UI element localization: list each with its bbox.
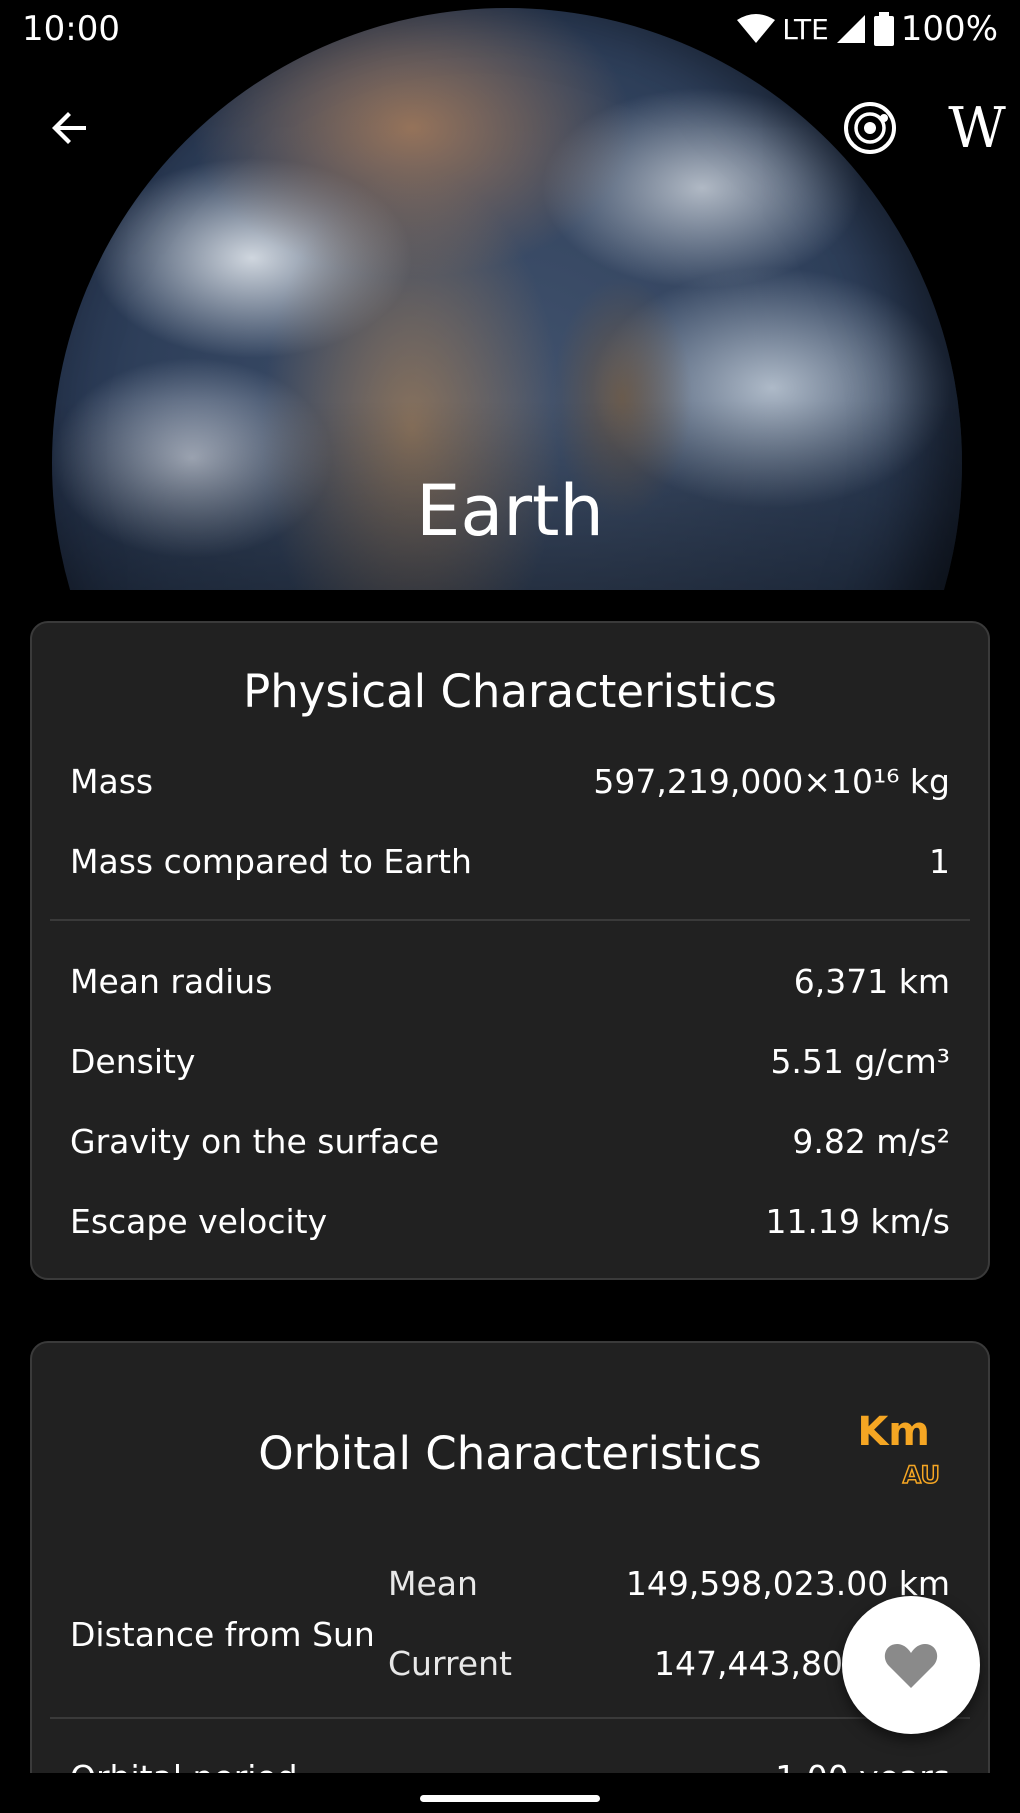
row-label: Mean radius: [70, 961, 273, 1001]
unit-toggle[interactable]: Km AU: [840, 1409, 941, 1490]
back-button[interactable]: [30, 88, 110, 168]
wifi-icon: [737, 14, 776, 43]
physical-characteristics-card: Physical Characteristics Mass 597,219,00…: [30, 621, 990, 1280]
row-label: Mass: [70, 761, 154, 801]
mass-row: Mass 597,219,000×10¹⁶ kg: [70, 755, 950, 807]
arrow-back-icon: [52, 112, 86, 144]
status-bar: 10:00 LTE 100%: [0, 0, 1020, 58]
divider: [50, 919, 970, 921]
escape-velocity-row: Escape velocity 11.19 km/s: [70, 1195, 950, 1247]
density-row: Density 5.51 g/cm³: [70, 1035, 950, 1087]
row-value: 11.19 km/s: [765, 1201, 950, 1241]
current-label: Current: [388, 1643, 512, 1683]
status-icons: LTE 100%: [736, 9, 998, 49]
row-value: 597,219,000×10¹⁶ kg: [593, 761, 950, 801]
mass-compared-row: Mass compared to Earth 1: [70, 835, 950, 887]
orbit-button[interactable]: [830, 88, 910, 168]
home-indicator[interactable]: [420, 1795, 600, 1802]
row-label: Mass compared to Earth: [70, 841, 472, 881]
network-type: LTE: [782, 12, 829, 46]
planet-detail-screen: 10:00 LTE 100% W Earth Physical Characte…: [0, 0, 1020, 1813]
planet-name: Earth: [416, 470, 604, 552]
wikipedia-button[interactable]: W: [932, 88, 1018, 168]
card-title: Physical Characteristics: [243, 665, 777, 718]
distance-mean-row: Mean 149,598,023.00 km: [388, 1557, 950, 1609]
row-label: Density: [70, 1041, 196, 1081]
divider: [50, 1717, 970, 1719]
row-value: 9.82 m/s²: [792, 1121, 950, 1161]
row-label: Escape velocity: [70, 1201, 328, 1241]
heart-icon: [884, 1644, 938, 1688]
signal-icon: [836, 15, 865, 43]
battery-icon: [873, 12, 894, 46]
row-value: 1: [929, 841, 950, 881]
mean-label: Mean: [388, 1563, 478, 1603]
orbit-icon: [844, 102, 896, 154]
row-label: Gravity on the surface: [70, 1121, 440, 1161]
unit-au-option[interactable]: AU: [902, 1460, 941, 1490]
current-value: 147,443,806: [654, 1643, 864, 1683]
battery-level: 100%: [900, 9, 998, 49]
wikipedia-icon: W: [948, 95, 1006, 161]
status-time: 10:00: [22, 9, 120, 49]
row-value: 6,371 km: [793, 961, 950, 1001]
gravity-row: Gravity on the surface 9.82 m/s²: [70, 1115, 950, 1167]
orbital-characteristics-card: Orbital Characteristics Km AU Distance f…: [30, 1341, 990, 1813]
mean-radius-row: Mean radius 6,371 km: [70, 955, 950, 1007]
unit-km-option[interactable]: Km: [857, 1409, 930, 1455]
row-value: 5.51 g/cm³: [770, 1041, 950, 1081]
distance-from-sun-label: Distance from Sun: [70, 1615, 375, 1654]
navigation-bar: [0, 1773, 1020, 1813]
favorite-button[interactable]: [842, 1596, 980, 1734]
